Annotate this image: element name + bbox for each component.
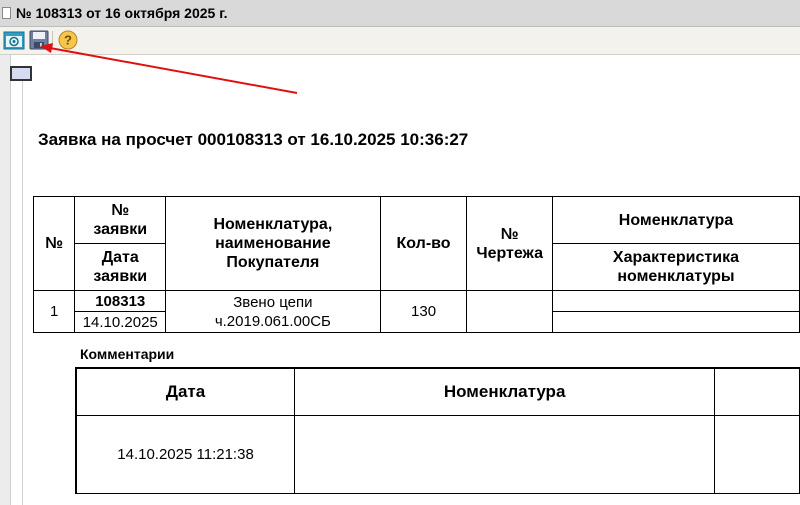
comments-label: Комментарии [80,346,175,362]
save-button[interactable] [28,29,50,51]
report-title: Заявка на просчет 000108313 от 16.10.202… [38,130,469,149]
report-left-border [22,68,23,505]
header-qty: Кол-во [379,196,468,291]
window-title: № 108313 от 16 октября 2025 г. [16,5,228,21]
row-drawing [466,290,553,333]
window-titlebar: № 108313 от 16 октября 2025 г. [0,0,800,27]
header-num: № [32,196,76,291]
row-characteristic [551,311,800,333]
row-nomenclature [551,290,800,312]
comments-table: Дата Номенклатура 14.10.2025 11:21:38 [75,367,800,494]
corner-selector[interactable] [10,66,32,81]
row-order-date: 14.10.2025 [74,311,167,333]
comments-header-nomenclature: Номенклатура [294,367,716,416]
row-num: 1 [32,290,76,333]
header-order-date: Дата заявки [74,243,167,291]
svg-text:?: ? [64,33,72,48]
comments-row-next [714,414,800,494]
left-frame [0,55,11,505]
row-nomenclature-buyer: Звено цепи ч.2019.061.00СБ [165,290,381,333]
row-order-no: 108313 [74,290,167,312]
save-icon [29,30,49,50]
comments-row-date: 14.10.2025 11:21:38 [75,414,296,494]
order-table: № № заявки Номенклатура, наименование Покуп… [32,196,800,333]
browser-button[interactable] [3,29,25,51]
toolbar-separator [52,31,53,49]
toolbar: ? [0,27,800,55]
help-icon: ? [58,30,78,50]
header-characteristic: Характеристика номенклатуры [551,243,800,291]
browser-icon [3,31,25,50]
document-icon [2,7,11,19]
comments-row-nomenclature [294,414,716,494]
comments-header-date: Дата [75,367,296,416]
help-button[interactable]: ? [57,29,79,51]
row-qty: 130 [379,290,468,333]
header-nomenclature-buyer: Номенклатура, наименование Покупателя [165,196,381,291]
header-drawing: № Чертежа [466,196,553,291]
header-order-no: № заявки [74,196,167,244]
comments-header-next [714,367,800,416]
header-nomenclature: Номенклатура [551,196,800,244]
